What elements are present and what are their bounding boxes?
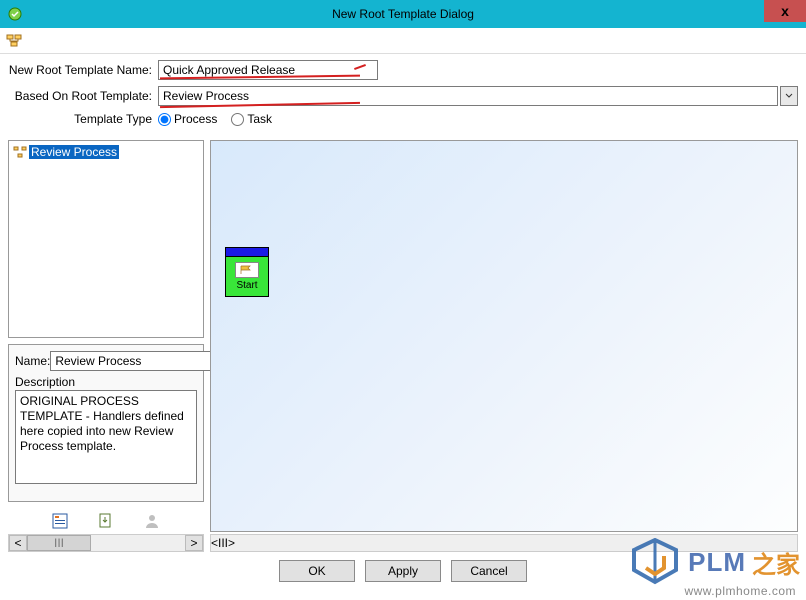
scroll-right-arrow[interactable]: > — [185, 535, 203, 551]
close-button[interactable]: x — [764, 0, 806, 22]
import-icon[interactable] — [95, 510, 117, 532]
node-header — [225, 247, 269, 257]
user-icon[interactable] — [141, 510, 163, 532]
cancel-button[interactable]: Cancel — [451, 560, 527, 582]
process-tree-icon — [13, 145, 27, 159]
toolbar — [0, 28, 806, 54]
scroll-left-arrow[interactable]: < — [9, 535, 27, 551]
window-title: New Root Template Dialog — [332, 7, 474, 21]
tree-item-label: Review Process — [29, 145, 119, 159]
app-icon — [6, 5, 24, 23]
details-name-input[interactable] — [50, 351, 215, 371]
tree-item-root[interactable]: Review Process — [13, 145, 199, 159]
workflow-canvas[interactable]: Start — [210, 140, 798, 532]
based-on-input[interactable] — [158, 86, 778, 106]
canvas-horizontal-scrollbar[interactable]: < III > — [210, 534, 798, 552]
canvas-panel: Start < III > — [210, 140, 798, 552]
node-label: Start — [236, 280, 257, 291]
based-on-dropdown-button[interactable] — [780, 86, 798, 106]
properties-icon[interactable] — [49, 510, 71, 532]
template-icon[interactable] — [6, 32, 24, 50]
template-tree[interactable]: Review Process — [8, 140, 204, 338]
details-toolbar — [8, 510, 204, 532]
node-body: Start — [225, 257, 269, 297]
title-bar: New Root Template Dialog x — [0, 0, 806, 28]
radio-process[interactable]: Process — [158, 112, 217, 126]
details-panel: Name: Description ORIGINAL PROCESS TEMPL… — [8, 344, 204, 502]
radio-task[interactable]: Task — [231, 112, 272, 126]
description-label: Description — [15, 375, 197, 389]
button-bar: OK Apply Cancel — [0, 554, 806, 588]
ok-button[interactable]: OK — [279, 560, 355, 582]
canvas-scroll-right-arrow[interactable]: > — [228, 536, 235, 550]
template-type-label: Template Type — [8, 112, 158, 126]
name-label: New Root Template Name: — [8, 63, 158, 77]
left-horizontal-scrollbar[interactable]: < III > — [8, 534, 204, 552]
start-flag-icon — [235, 262, 259, 278]
scroll-thumb[interactable]: III — [27, 535, 91, 551]
apply-button[interactable]: Apply — [365, 560, 441, 582]
left-panel: Review Process Name: Description ORIGINA… — [8, 140, 204, 552]
description-box[interactable]: ORIGINAL PROCESS TEMPLATE - Handlers def… — [15, 390, 197, 484]
form-area: New Root Template Name: Based On Root Te… — [0, 54, 806, 136]
details-name-label: Name: — [15, 354, 50, 368]
canvas-scroll-thumb[interactable]: III — [218, 536, 228, 550]
start-node[interactable]: Start — [225, 247, 269, 297]
template-name-input[interactable] — [158, 60, 378, 80]
main-area: Review Process Name: Description ORIGINA… — [0, 136, 806, 552]
chevron-down-icon — [785, 92, 793, 100]
canvas-scroll-left-arrow[interactable]: < — [211, 536, 218, 550]
based-on-label: Based On Root Template: — [8, 89, 158, 103]
